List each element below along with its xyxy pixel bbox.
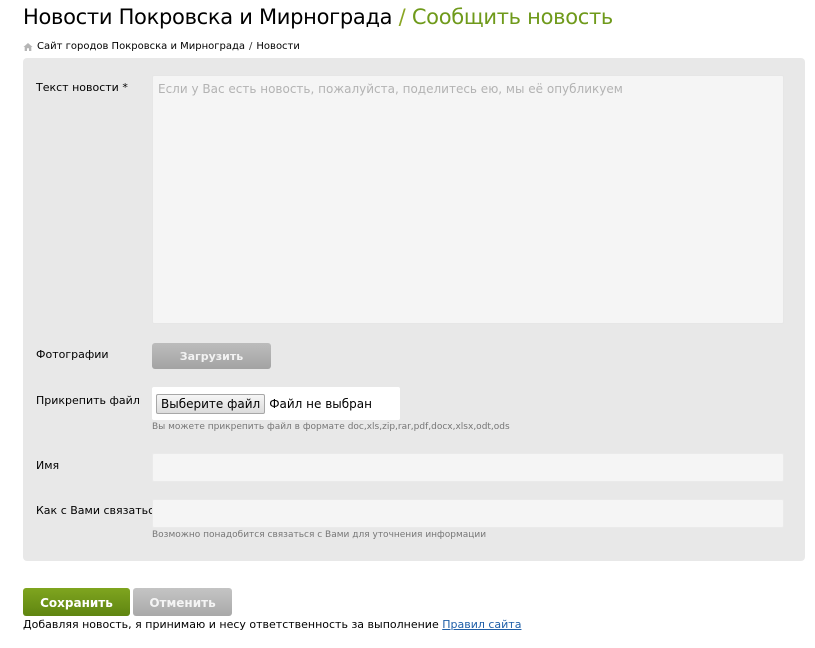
site-rules-link[interactable]: Правил сайта — [442, 618, 521, 631]
breadcrumb-separator: / — [249, 41, 253, 52]
upload-photos-button[interactable]: Загрузить — [152, 343, 271, 369]
page-title-separator: / — [398, 5, 406, 29]
attach-file-label: Прикрепить файл — [36, 394, 140, 407]
save-button[interactable]: Сохранить — [23, 588, 130, 616]
contact-hint: Возможно понадобится связаться с Вами дл… — [152, 530, 487, 540]
page-title-main: Новости Покровска и Мирнограда — [23, 5, 393, 29]
photos-label: Фотографии — [36, 348, 109, 361]
contact-input[interactable] — [152, 499, 784, 528]
agreement-text: Добавляя новость, я принимаю и несу отве… — [23, 618, 521, 631]
cancel-button[interactable]: Отменить — [133, 588, 232, 616]
news-text-textarea[interactable] — [152, 75, 784, 324]
choose-file-button[interactable]: Выберите файл — [156, 393, 266, 414]
name-label: Имя — [36, 459, 60, 472]
file-status: Файл не выбран — [269, 396, 372, 411]
page-title: Новости Покровска и Мирнограда / Сообщит… — [23, 5, 613, 29]
news-text-label: Текст новости * — [36, 81, 128, 94]
breadcrumb: Сайт городов Покровска и Мирнограда / Но… — [23, 41, 300, 52]
contact-label: Как с Вами связаться? — [36, 504, 167, 517]
attach-file-hint: Вы можете прикрепить файл в формате doc,… — [152, 422, 510, 432]
breadcrumb-site-link[interactable]: Сайт городов Покровска и Мирнограда — [37, 41, 245, 52]
breadcrumb-current[interactable]: Новости — [256, 41, 299, 52]
page-title-sub: Сообщить новость — [411, 5, 613, 29]
name-input[interactable] — [152, 453, 784, 482]
file-input[interactable]: Выберите файл Файл не выбран — [152, 387, 400, 420]
news-form-panel: Текст новости * Фотографии Загрузить При… — [23, 58, 805, 561]
agreement-label: Добавляя новость, я принимаю и несу отве… — [23, 618, 439, 631]
home-icon[interactable] — [23, 42, 33, 52]
